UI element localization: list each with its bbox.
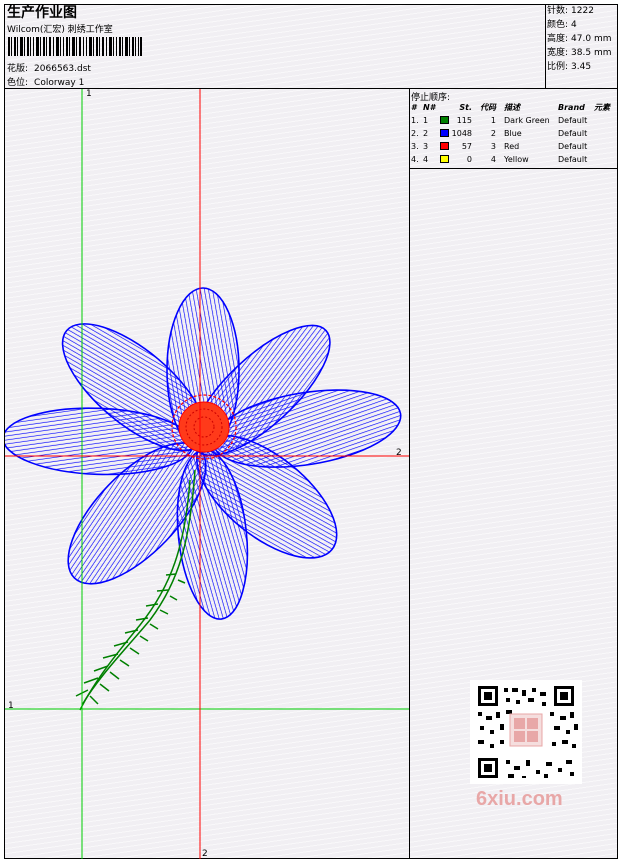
col-header-number: N# [423,103,436,112]
row-number: 3 [423,142,429,151]
info-stitches: 针数: 1222 [547,4,619,18]
colorway-label: 色位: [7,78,29,88]
row-code: 1 [490,116,496,125]
info-label: 颜色: [547,20,569,30]
red-axis-right-label: 2 [396,448,402,458]
col-header-index: # [411,103,417,112]
flower-center [171,394,237,460]
embroidery-design-canvas [5,89,409,859]
info-value: 47.0 mm [571,34,612,44]
info-label: 宽度: [547,48,569,58]
info-value: 4 [571,20,577,30]
table-header-row: # N# St. 代码 描述 Brand 元素 [410,101,617,114]
petals [5,287,402,620]
row-stitches: 57 [461,142,472,151]
design-label: 花版: [7,64,29,74]
red-axis-bottom-label: 2 [202,849,208,859]
colorway-name: Colorway 1 [34,78,85,88]
qr-code [470,680,582,784]
info-label: 针数: [547,6,569,16]
row-description: Dark Green [504,116,550,125]
row-description: Blue [504,129,522,138]
col-header-description: 描述 [504,103,520,112]
color-swatch [440,142,449,150]
row-code: 3 [490,142,496,151]
colorway-line: 色位: Colorway 1 [7,75,84,88]
barcode [8,37,142,56]
row-stitches: 0 [466,155,472,164]
green-axis-left-label: 1 [8,701,14,711]
stop-sequence-table: # N# St. 代码 描述 Brand 元素 1. 1 115 1 Dark … [410,101,617,166]
row-brand: Default [558,142,588,151]
row-index: 2. [411,129,419,138]
row-index: 4. [411,155,419,164]
row-index: 1. [411,116,419,125]
row-brand: Default [558,129,588,138]
design-file-line: 花版: 2066563.dst [7,61,91,74]
company-name: Wilcom(汇宏) 刺绣工作室 [7,25,113,35]
info-label: 高度: [547,34,569,44]
table-row: 4. 4 0 4 Yellow Default [410,153,617,166]
color-swatch [440,129,449,137]
row-index: 3. [411,142,419,151]
col-header-brand: Brand [558,103,585,112]
design-filename: 2066563.dst [34,64,91,74]
info-colors: 颜色: 4 [547,18,619,32]
stop-table-divider [409,168,618,169]
row-code: 4 [490,155,496,164]
table-row: 2. 2 1048 2 Blue Default [410,127,617,140]
info-value: 38.5 mm [571,48,612,58]
watermark-text: 6xiu.com [476,788,563,810]
table-row: 1. 1 115 1 Dark Green Default [410,114,617,127]
row-brand: Default [558,155,588,164]
info-value: 1222 [571,6,594,16]
row-number: 4 [423,155,429,164]
row-stitches: 115 [456,116,472,125]
color-swatch [440,155,449,163]
info-value: 3.45 [571,62,592,72]
row-brand: Default [558,116,588,125]
table-row: 3. 3 57 3 Red Default [410,140,617,153]
row-description: Yellow [504,155,529,164]
col-header-element: 元素 [594,103,610,112]
col-header-code: 代码 [480,103,496,112]
row-number: 1 [423,116,429,125]
info-height: 高度: 47.0 mm [547,32,619,46]
info-label: 比例: [547,62,569,72]
green-axis-top-label: 1 [86,89,92,99]
row-description: Red [504,142,520,151]
header-right-divider [545,4,546,88]
page-title: 生产作业图 [7,5,77,21]
color-swatch [440,116,449,124]
info-scale: 比例: 3.45 [547,60,619,74]
info-width: 宽度: 38.5 mm [547,46,619,60]
design-info-panel: 针数: 1222 颜色: 4 高度: 47.0 mm 宽度: 38.5 mm 比例: 3.… [547,4,619,74]
row-stitches: 1048 [451,129,472,138]
row-number: 2 [423,129,429,138]
row-code: 2 [490,129,496,138]
col-header-stitches: St. [459,103,472,112]
panel-divider [409,88,410,859]
